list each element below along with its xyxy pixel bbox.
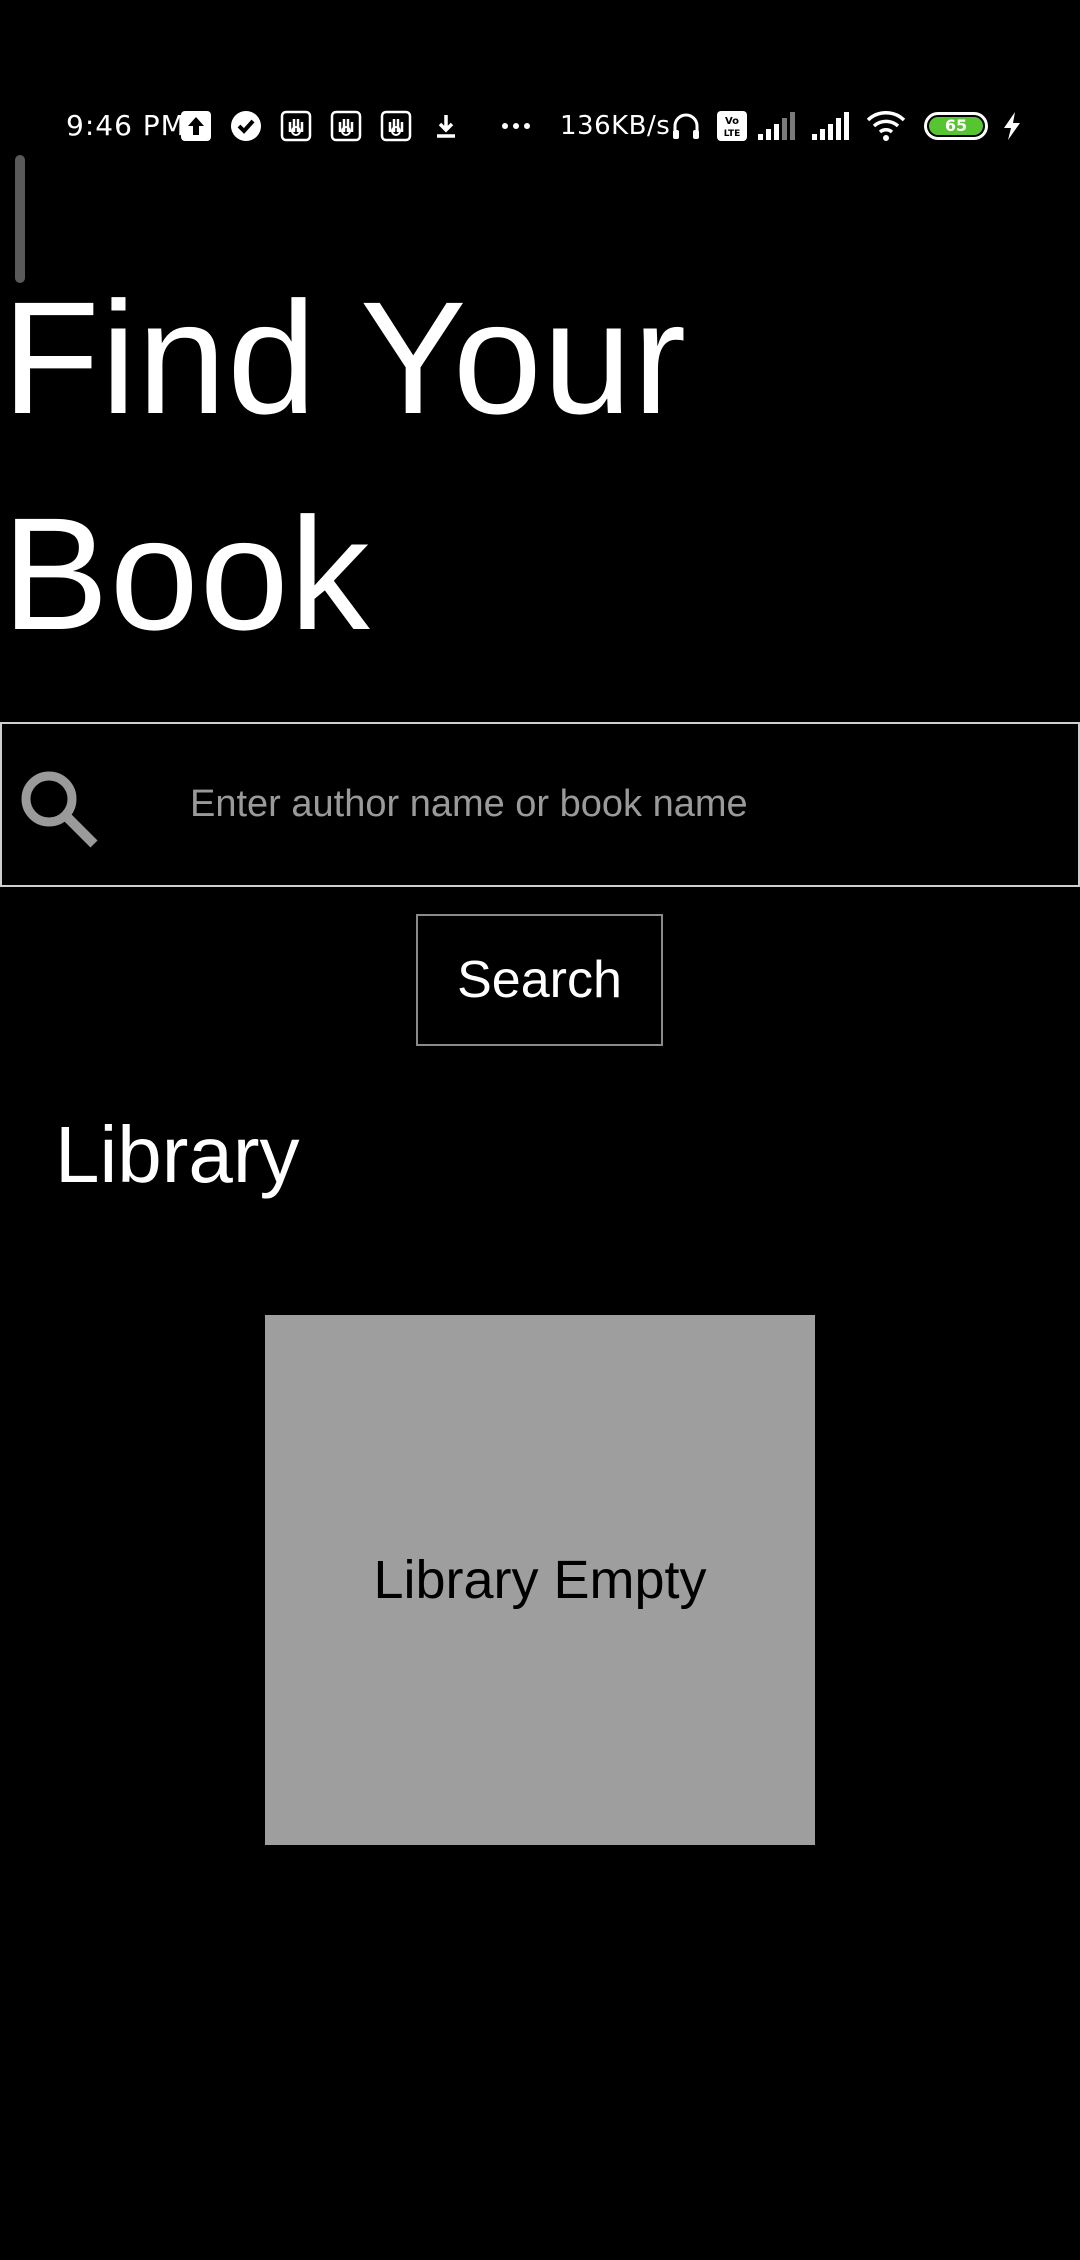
check-circle-icon [231, 111, 261, 141]
wifi-icon [866, 111, 906, 141]
charging-icon [1004, 112, 1020, 140]
battery-level: 65 [929, 117, 983, 135]
library-empty-placeholder: Library Empty [265, 1315, 815, 1845]
network-speed: 136KB/s [560, 111, 671, 141]
signal-icon [812, 112, 849, 140]
upload-icon [181, 111, 211, 141]
more-dots-icon [502, 123, 530, 129]
status-time: 9:46 PM [66, 109, 186, 142]
svg-text:LTE: LTE [724, 129, 741, 139]
library-heading: Library [55, 1110, 300, 1199]
hand-icon [380, 110, 412, 142]
library-empty-message: Library Empty [373, 1550, 707, 1610]
signal-icon [758, 112, 795, 140]
volte-icon: Vo LTE [717, 111, 747, 141]
search-box[interactable] [0, 722, 1080, 887]
battery-icon: 65 [924, 112, 988, 140]
hand-icon [330, 110, 362, 142]
svg-text:Vo: Vo [725, 116, 739, 127]
headphones-icon [673, 113, 699, 139]
page-title: Find Your Book [2, 268, 688, 663]
search-input[interactable] [190, 724, 1050, 885]
hand-icon [280, 110, 312, 142]
search-icon [21, 771, 98, 848]
search-button[interactable]: Search [416, 914, 663, 1046]
download-icon [437, 115, 455, 138]
